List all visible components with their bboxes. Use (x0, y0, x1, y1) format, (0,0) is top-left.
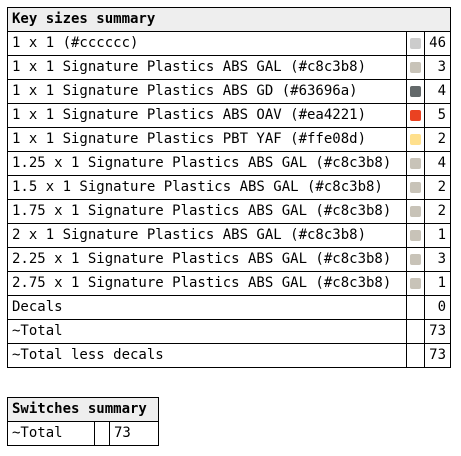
key-size-row: 1 x 1 Signature Plastics ABS GD (#63696a… (6, 79, 451, 104)
key-color-swatch-cell (406, 55, 426, 80)
key-size-row: 1 x 1 Signature Plastics ABS OAV (#ea422… (6, 103, 451, 128)
key-size-row: 1.75 x 1 Signature Plastics ABS GAL (#c8… (6, 199, 451, 224)
key-color-swatch-cell (406, 175, 426, 200)
key-size-name: 2.25 x 1 Signature Plastics ABS GAL (#c8… (6, 247, 408, 272)
color-swatch (410, 85, 422, 97)
decals-row: Decals 0 (6, 295, 451, 320)
key-sizes-summary-table: Key sizes summary 1 x 1 (#cccccc) 46 1 x 1… (6, 7, 451, 368)
key-color-swatch-cell (406, 127, 426, 152)
key-sizes-header-row: Key sizes summary (7, 7, 451, 32)
key-size-name: 1 x 1 Signature Plastics ABS OAV (#ea422… (6, 103, 408, 128)
color-swatch (410, 61, 422, 73)
key-size-row: 1.25 x 1 Signature Plastics ABS GAL (#c8… (6, 151, 451, 176)
key-color-swatch-cell (406, 223, 426, 248)
key-color-swatch-cell (406, 151, 426, 176)
key-size-name: 2 x 1 Signature Plastics ABS GAL (#c8c3b… (6, 223, 408, 248)
color-swatch (410, 229, 422, 241)
color-swatch (410, 157, 422, 169)
color-swatch (410, 277, 422, 289)
key-size-name: 2.75 x 1 Signature Plastics ABS GAL (#c8… (6, 271, 408, 296)
key-size-name: 1.75 x 1 Signature Plastics ABS GAL (#c8… (6, 199, 408, 224)
decals-count: 0 (424, 295, 451, 320)
key-size-row: 1.5 x 1 Signature Plastics ABS GAL (#c8c… (6, 175, 451, 200)
total-less-decals-label: ~Total less decals (6, 343, 408, 368)
key-sizes-summary-title: Key sizes summary (7, 7, 451, 32)
key-size-count: 3 (424, 55, 451, 80)
key-size-row: 1 x 1 Signature Plastics ABS GAL (#c8c3b… (6, 55, 451, 80)
key-size-count: 3 (424, 247, 451, 272)
switches-blank-cell (94, 421, 110, 446)
color-swatch (410, 205, 422, 217)
key-size-count: 2 (424, 127, 451, 152)
total-row: ~Total 73 (6, 319, 451, 344)
key-size-count: 2 (424, 175, 451, 200)
key-size-name: 1.5 x 1 Signature Plastics ABS GAL (#c8c… (6, 175, 408, 200)
decals-swatch-cell (406, 295, 426, 320)
key-size-name: 1 x 1 (#cccccc) (6, 31, 408, 56)
key-size-count: 4 (424, 79, 451, 104)
key-size-count: 4 (424, 151, 451, 176)
key-size-count: 1 (424, 223, 451, 248)
key-size-name: 1 x 1 Signature Plastics PBT YAF (#ffe08… (6, 127, 408, 152)
total-less-decals-swatch-cell (406, 343, 426, 368)
total-swatch-cell (406, 319, 426, 344)
total-less-decals-count: 73 (424, 343, 451, 368)
total-count: 73 (424, 319, 451, 344)
color-swatch (410, 133, 422, 145)
color-swatch (410, 181, 422, 193)
key-size-count: 5 (424, 103, 451, 128)
key-color-swatch-cell (406, 247, 426, 272)
key-size-name: 1 x 1 Signature Plastics ABS GAL (#c8c3b… (6, 55, 408, 80)
switches-summary-table: Switches summary ~Total 73 (7, 397, 159, 446)
key-size-count: 2 (424, 199, 451, 224)
key-color-swatch-cell (406, 103, 426, 128)
switches-total-row: ~Total 73 (7, 421, 159, 446)
key-size-row: 2.75 x 1 Signature Plastics ABS GAL (#c8… (6, 271, 451, 296)
key-size-row: 1 x 1 Signature Plastics PBT YAF (#ffe08… (6, 127, 451, 152)
key-color-swatch-cell (406, 31, 426, 56)
total-label: ~Total (6, 319, 408, 344)
key-color-swatch-cell (406, 199, 426, 224)
total-less-decals-row: ~Total less decals 73 (6, 343, 451, 368)
decals-label: Decals (6, 295, 408, 320)
key-size-row: 2 x 1 Signature Plastics ABS GAL (#c8c3b… (6, 223, 451, 248)
key-sizes-rows: 1 x 1 (#cccccc) 46 1 x 1 Signature Plastic… (6, 31, 451, 296)
color-swatch (410, 253, 422, 265)
key-size-name: 1 x 1 Signature Plastics ABS GD (#63696a… (6, 79, 408, 104)
color-swatch (410, 37, 422, 49)
key-color-swatch-cell (406, 271, 426, 296)
key-size-count: 46 (424, 31, 451, 56)
key-size-row: 2.25 x 1 Signature Plastics ABS GAL (#c8… (6, 247, 451, 272)
color-swatch (410, 109, 422, 121)
key-size-row: 1 x 1 (#cccccc) 46 (6, 31, 451, 56)
key-size-name: 1.25 x 1 Signature Plastics ABS GAL (#c8… (6, 151, 408, 176)
key-size-count: 1 (424, 271, 451, 296)
switches-total-count: 73 (109, 421, 159, 446)
key-color-swatch-cell (406, 79, 426, 104)
switches-total-label: ~Total (7, 421, 95, 446)
switches-header-row: Switches summary (7, 397, 159, 422)
switches-summary-title: Switches summary (7, 397, 159, 422)
